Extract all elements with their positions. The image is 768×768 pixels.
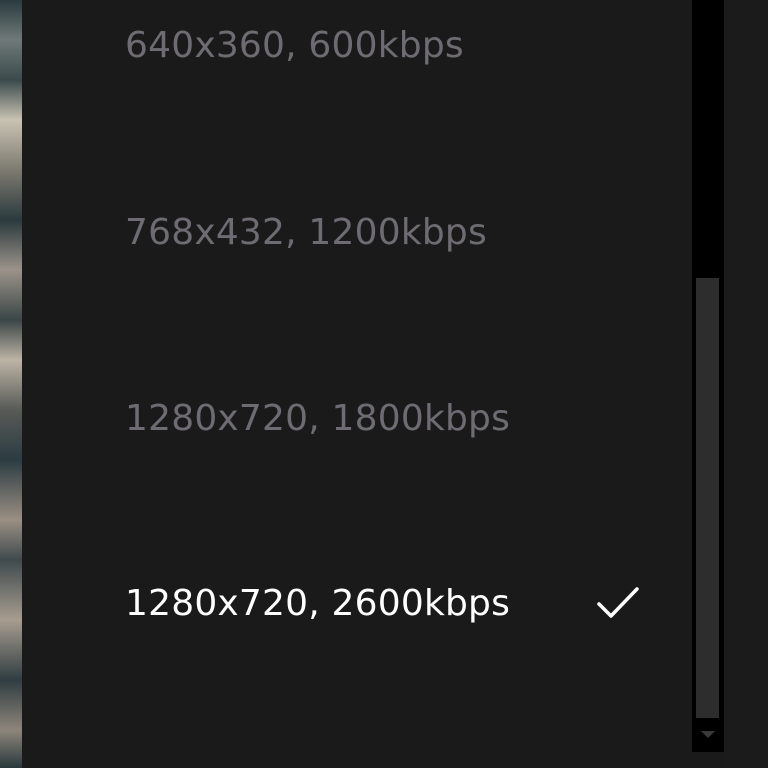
menu-scrollbar[interactable] [692, 0, 724, 752]
quality-option-label: 768x432, 1200kbps [125, 211, 487, 253]
video-player-settings: 640x360, 600kbps 768x432, 1200kbps 1280x… [0, 0, 768, 768]
quality-option-label: 640x360, 600kbps [125, 24, 464, 66]
quality-option-640x360[interactable]: 640x360, 600kbps [22, 0, 692, 105]
quality-option-1280x720-1800[interactable]: 1280x720, 1800kbps [22, 358, 692, 478]
scrollbar-thumb[interactable] [696, 278, 719, 718]
quality-option-1280x720-2600[interactable]: 1280x720, 2600kbps [22, 543, 692, 663]
checkmark-icon [597, 587, 639, 618]
quality-option-768x432[interactable]: 768x432, 1200kbps [22, 172, 692, 292]
video-frame-edge [0, 0, 22, 768]
quality-option-label: 1280x720, 2600kbps [125, 582, 511, 624]
quality-option-label: 1280x720, 1800kbps [125, 397, 511, 439]
quality-menu: 640x360, 600kbps 768x432, 1200kbps 1280x… [22, 0, 692, 768]
right-gutter [724, 0, 768, 768]
scroll-down-arrow-icon[interactable] [692, 722, 724, 748]
